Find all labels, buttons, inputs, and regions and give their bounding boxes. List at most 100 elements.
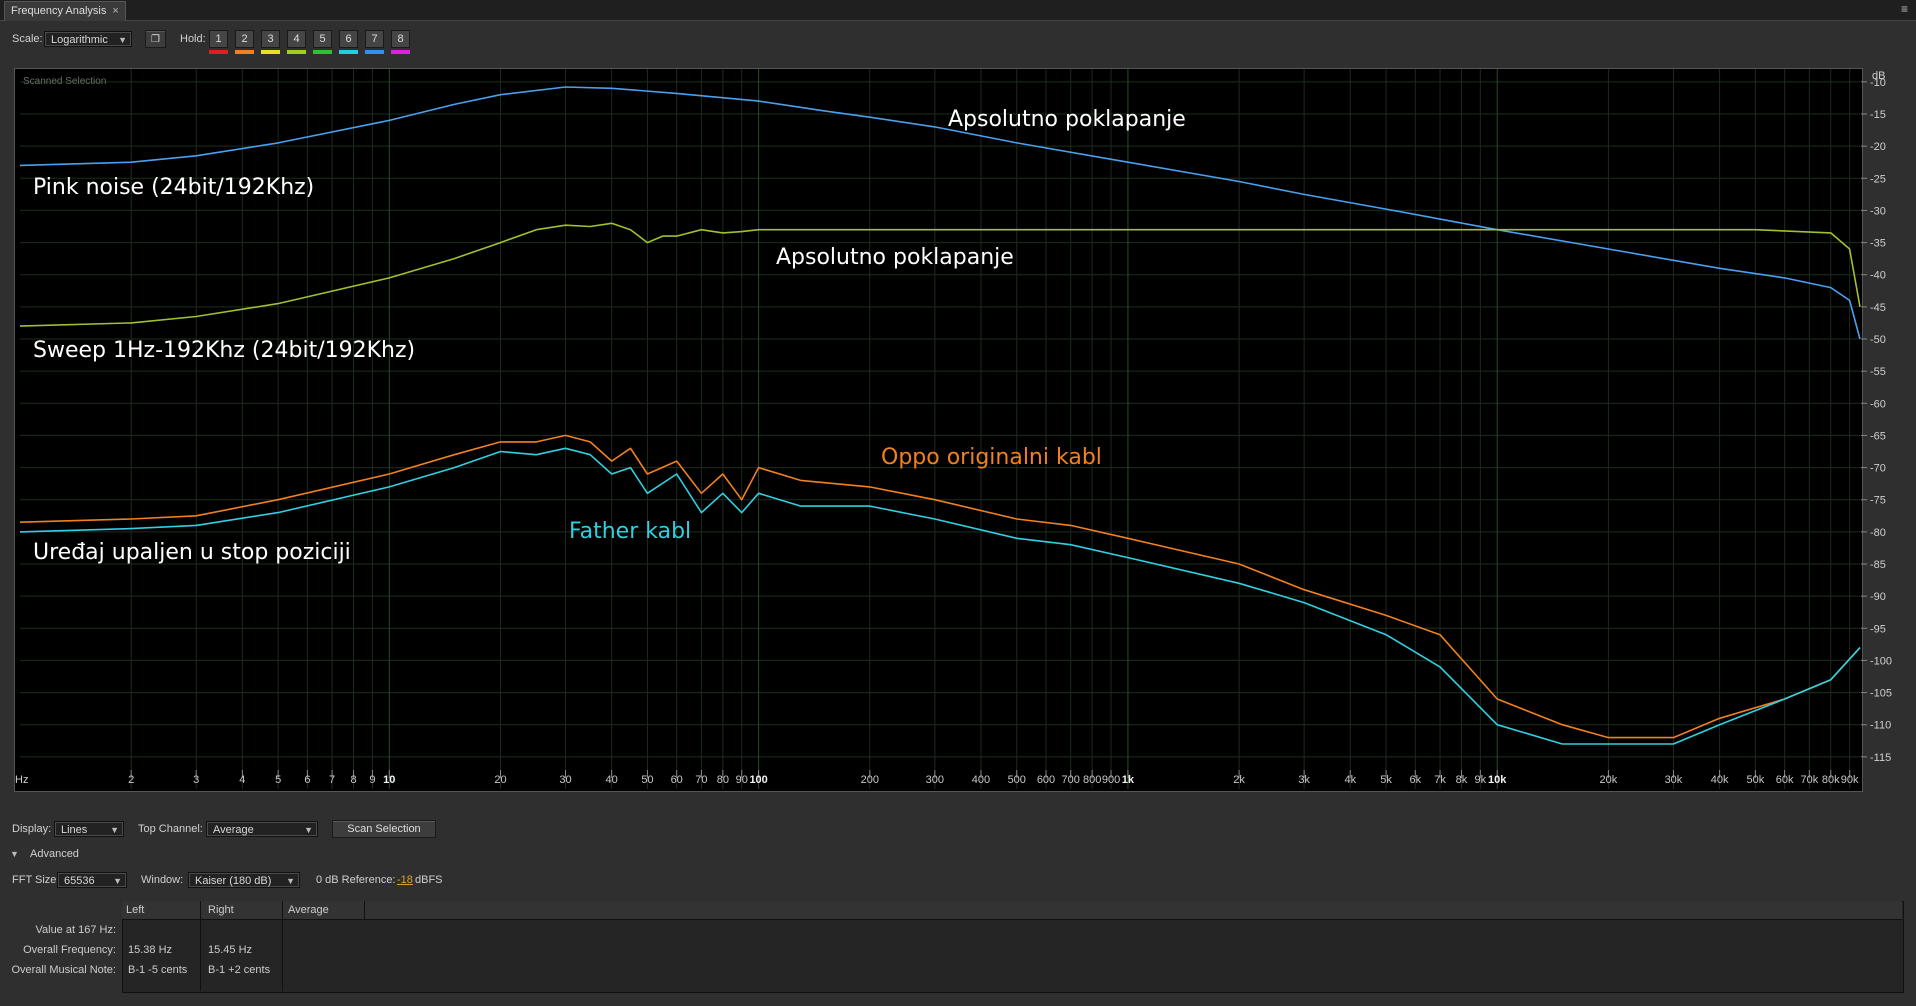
y-axis-unit: dB <box>1872 70 1885 82</box>
x-tick-label: 400 <box>972 774 990 786</box>
chevron-down-icon: ▼ <box>286 876 295 886</box>
fft-size-dropdown[interactable]: 65536 ▼ <box>57 872 127 888</box>
x-tick-label: 4 <box>239 774 245 786</box>
x-tick-label: 3k <box>1298 774 1310 786</box>
y-tick-label: -55 <box>1870 366 1886 378</box>
x-tick-label: 7k <box>1434 774 1446 786</box>
y-tick-label: -15 <box>1870 109 1886 121</box>
y-tick-label: -40 <box>1870 270 1886 282</box>
x-tick-label: 2 <box>128 774 134 786</box>
advanced-label[interactable]: Advanced <box>30 848 79 860</box>
top-channel-dropdown[interactable]: Average ▼ <box>206 821 318 837</box>
y-tick-label: -75 <box>1870 495 1886 507</box>
x-tick-label: 80 <box>717 774 729 786</box>
x-tick-label: 9k <box>1475 774 1487 786</box>
scan-selection-button[interactable]: Scan Selection <box>332 820 436 838</box>
row-label-overall-frequency: Overall Frequency: <box>23 944 116 956</box>
x-tick-label: 800 <box>1083 774 1101 786</box>
db-reference-unit: dBFS <box>415 874 443 886</box>
advanced-toggle-icon[interactable]: ▼ <box>10 849 19 859</box>
chevron-down-icon: ▼ <box>110 825 119 835</box>
fft-size-label: FFT Size: <box>12 874 60 886</box>
x-tick-label: 900 <box>1102 774 1120 786</box>
y-tick-label: -70 <box>1870 463 1886 475</box>
y-tick-label: -90 <box>1870 591 1886 603</box>
x-tick-label: 5k <box>1380 774 1392 786</box>
x-tick-label: 100 <box>749 774 767 786</box>
top-channel-value: Average <box>213 824 254 836</box>
x-tick-label: 200 <box>861 774 879 786</box>
x-tick-label: 60 <box>671 774 683 786</box>
x-tick-label: 20 <box>494 774 506 786</box>
annotation-match-2: Apsolutno poklapanje <box>776 245 1014 270</box>
annotation-stop: Uređaj upaljen u stop poziciji <box>33 540 351 565</box>
fft-size-value: 65536 <box>64 875 95 887</box>
annotation-pink-noise: Pink noise (24bit/192Khz) <box>33 175 314 200</box>
table-header <box>122 901 1902 920</box>
musical-note-right: B-1 +2 cents <box>208 964 271 976</box>
x-axis-unit: Hz <box>15 774 28 786</box>
x-tick-label: 8k <box>1456 774 1468 786</box>
x-tick-label: 7 <box>329 774 335 786</box>
x-tick-label: 6k <box>1409 774 1421 786</box>
column-header-right: Right <box>208 904 234 916</box>
x-tick-label: 3 <box>193 774 199 786</box>
y-tick-label: -95 <box>1870 623 1886 635</box>
row-label-value-at: Value at 167 Hz: <box>35 924 116 936</box>
spectrum-plot: -10-15-20-25-30-35-40-45-50-55-60-65-70-… <box>15 69 1892 789</box>
y-tick-label: -100 <box>1870 655 1892 667</box>
y-tick-label: -50 <box>1870 334 1886 346</box>
x-tick-label: 20k <box>1600 774 1618 786</box>
chevron-down-icon: ▼ <box>113 876 122 886</box>
x-tick-label: 8 <box>350 774 356 786</box>
x-tick-label: 9 <box>369 774 375 786</box>
y-tick-label: -105 <box>1870 688 1892 700</box>
x-tick-label: 30k <box>1665 774 1683 786</box>
annotation-father: Father kabl <box>569 519 691 544</box>
x-tick-label: 50 <box>641 774 653 786</box>
x-tick-label: 10 <box>383 774 395 786</box>
row-label-musical-note: Overall Musical Note: <box>11 964 116 976</box>
y-tick-label: -30 <box>1870 205 1886 217</box>
x-tick-label: 40 <box>606 774 618 786</box>
x-tick-label: 10k <box>1488 774 1507 786</box>
x-tick-label: 30 <box>559 774 571 786</box>
column-divider <box>282 901 283 991</box>
x-tick-label: 70 <box>695 774 707 786</box>
db-reference-value[interactable]: -18 <box>397 874 413 886</box>
musical-note-left: B-1 -5 cents <box>128 964 188 976</box>
spectrum-series-1 <box>19 86 1861 340</box>
x-tick-label: 600 <box>1037 774 1055 786</box>
annotation-oppo: Oppo originalni kabl <box>881 445 1102 470</box>
y-tick-label: -45 <box>1870 302 1886 314</box>
chevron-down-icon: ▼ <box>304 825 313 835</box>
x-tick-label: 50k <box>1746 774 1764 786</box>
window-dropdown[interactable]: Kaiser (180 dB) ▼ <box>188 872 300 888</box>
display-dropdown[interactable]: Lines ▼ <box>54 821 124 837</box>
x-tick-label: 60k <box>1776 774 1794 786</box>
column-divider <box>200 901 201 991</box>
x-tick-label: 90k <box>1841 774 1859 786</box>
column-header-left: Left <box>126 904 145 916</box>
x-tick-label: 70k <box>1800 774 1818 786</box>
x-tick-label: 300 <box>926 774 944 786</box>
x-tick-label: 40k <box>1711 774 1729 786</box>
x-tick-label: 1k <box>1122 774 1135 786</box>
annotation-match-1: Apsolutno poklapanje <box>948 107 1186 132</box>
column-header-average: Average <box>288 904 329 916</box>
x-tick-label: 2k <box>1233 774 1245 786</box>
scanned-selection-label: Scanned Selection <box>23 76 106 87</box>
x-tick-label: 500 <box>1008 774 1026 786</box>
y-tick-label: -35 <box>1870 238 1886 250</box>
x-tick-label: 80k <box>1822 774 1840 786</box>
column-divider <box>364 901 365 919</box>
db-reference-label: 0 dB Reference: <box>316 874 396 886</box>
y-tick-label: -85 <box>1870 559 1886 571</box>
x-tick-label: 700 <box>1062 774 1080 786</box>
top-channel-label: Top Channel: <box>138 823 203 835</box>
overall-frequency-left: 15.38 Hz <box>128 944 173 956</box>
y-tick-label: -110 <box>1870 720 1891 732</box>
x-tick-label: 6 <box>304 774 310 786</box>
display-value: Lines <box>61 824 88 836</box>
y-tick-label: -65 <box>1870 430 1886 442</box>
